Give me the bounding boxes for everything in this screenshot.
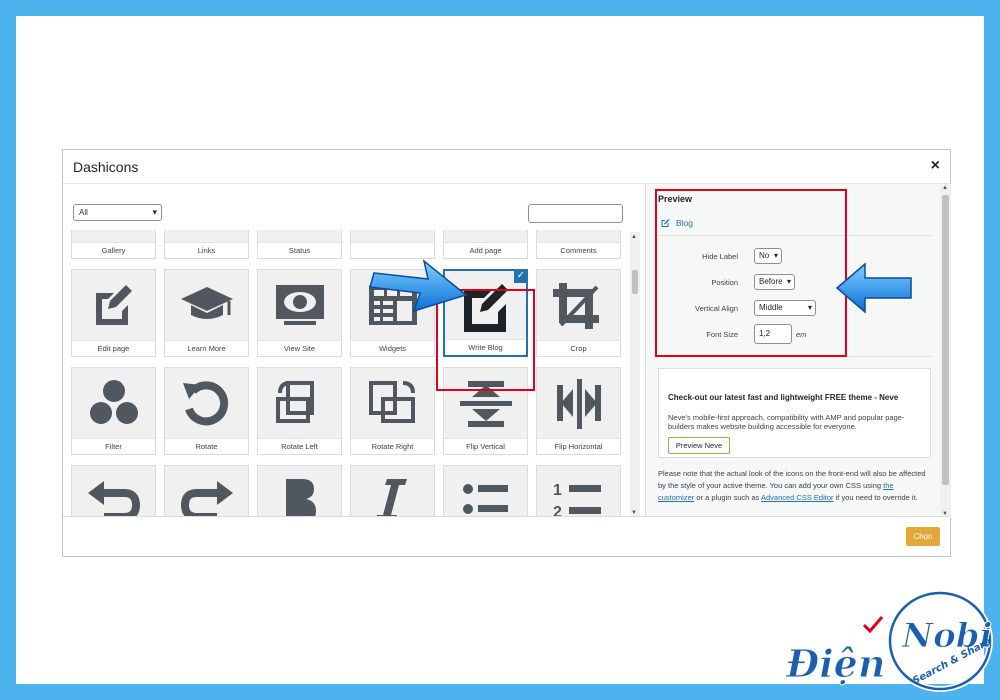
icon-tile[interactable]: Links bbox=[164, 230, 249, 259]
choose-button[interactable]: Chọn bbox=[906, 527, 940, 546]
edit-page-icon bbox=[72, 270, 155, 342]
image-crop-icon bbox=[537, 270, 620, 342]
icon-tile[interactable]: View Site bbox=[257, 269, 342, 357]
style-note: Please note that the actual look of the … bbox=[658, 468, 930, 504]
image-filter-icon bbox=[72, 368, 155, 440]
image-rotate-right-icon bbox=[351, 368, 434, 440]
icon-tile[interactable] bbox=[350, 465, 435, 518]
icon-tile[interactable]: Filter bbox=[71, 367, 156, 455]
icon-tile[interactable]: Rotate Right bbox=[350, 367, 435, 455]
arrow-left-icon bbox=[835, 262, 912, 314]
icon-tile-label: Rotate Left bbox=[258, 438, 341, 454]
icon-tile-label: Crop bbox=[537, 340, 620, 356]
welcome-learn-more-icon bbox=[165, 270, 248, 342]
editor-ol-icon: 12 bbox=[537, 466, 620, 518]
chevron-down-icon: ▾ bbox=[152, 207, 157, 217]
icon-tile-label: Flip Horizontal bbox=[537, 438, 620, 454]
checkmark-icon: ✓ bbox=[514, 269, 528, 283]
icon-tile[interactable] bbox=[164, 465, 249, 518]
redo-icon bbox=[165, 466, 248, 518]
logo-word-1: Điện bbox=[785, 641, 885, 686]
icon-tile-label: Rotate Right bbox=[351, 438, 434, 454]
image-flip-horizontal-icon bbox=[537, 368, 620, 440]
icon-grid: Gallery Links Status Add page Comments Edit p… bbox=[71, 230, 631, 518]
scrollbar-thumb[interactable] bbox=[632, 270, 638, 294]
icon-tile[interactable]: Learn More bbox=[164, 269, 249, 357]
icon-tile-label: Filter bbox=[72, 438, 155, 454]
modal-header: Dashicons × bbox=[63, 150, 950, 184]
note-text: if you need to override it. bbox=[833, 493, 918, 502]
image-rotate-left-icon bbox=[258, 368, 341, 440]
icon-tile-label: Flip Vertical bbox=[444, 438, 527, 454]
close-icon[interactable]: × bbox=[931, 158, 940, 174]
preview-highlight-box bbox=[655, 189, 847, 357]
icon-tile[interactable]: Crop bbox=[536, 269, 621, 357]
icon-tile[interactable]: Comments bbox=[536, 230, 621, 259]
welcome-view-site-icon bbox=[258, 270, 341, 342]
icon-tile-label: Rotate bbox=[165, 438, 248, 454]
icon-tile[interactable]: Rotate bbox=[164, 367, 249, 455]
neve-promo-box: Check-out our latest fast and lightweigh… bbox=[658, 368, 931, 458]
modal-title: Dashicons bbox=[73, 159, 139, 175]
icon-search-input[interactable] bbox=[528, 204, 623, 223]
icon-tile-label: Learn More bbox=[165, 340, 248, 356]
modal-footer: Chọn bbox=[63, 516, 950, 556]
editor-ul-icon bbox=[444, 466, 527, 518]
image-rotate-icon bbox=[165, 368, 248, 440]
icon-tile-label: Links bbox=[165, 242, 248, 258]
scrollbar-thumb[interactable] bbox=[942, 195, 949, 485]
icon-tile[interactable]: Status bbox=[257, 230, 342, 259]
icon-tile-label: Status bbox=[258, 242, 341, 258]
icon-tile[interactable] bbox=[257, 465, 342, 518]
icon-tile-label: Widgets bbox=[351, 340, 434, 356]
promo-title: Check-out our latest fast and lightweigh… bbox=[668, 393, 899, 402]
scroll-up-icon[interactable]: ▲ bbox=[631, 234, 637, 240]
checkmark-icon bbox=[862, 616, 884, 634]
icon-tile[interactable]: Rotate Left bbox=[257, 367, 342, 455]
icon-tile-label: Gallery bbox=[72, 242, 155, 258]
icon-tile[interactable] bbox=[71, 465, 156, 518]
icon-tile-label: View Site bbox=[258, 340, 341, 356]
undo-icon bbox=[72, 466, 155, 518]
icon-tile[interactable] bbox=[443, 465, 528, 518]
icon-tile-label: Comments bbox=[537, 242, 620, 258]
icon-grid-scrollbar[interactable]: ▲ ▼ bbox=[630, 232, 640, 518]
icon-library-pane: All ▾ Gallery Links Status Add page Comments… bbox=[63, 184, 645, 518]
icon-tile-label: Edit page bbox=[72, 340, 155, 356]
preview-scrollbar[interactable]: ▲ ▼ bbox=[940, 185, 951, 517]
category-filter-select[interactable]: All ▾ bbox=[73, 204, 162, 221]
dien-nobi-logo: Điện Nobi Search & Share bbox=[785, 590, 993, 692]
icon-tile[interactable]: Edit page bbox=[71, 269, 156, 357]
filter-value: All bbox=[79, 208, 88, 217]
advanced-css-editor-link[interactable]: Advanced CSS Editor bbox=[761, 493, 834, 502]
editor-italic-icon bbox=[351, 466, 434, 518]
icon-tile[interactable]: Gallery bbox=[71, 230, 156, 259]
preview-neve-button[interactable]: Preview Neve bbox=[668, 437, 730, 454]
scroll-up-icon[interactable]: ▲ bbox=[942, 185, 948, 191]
icon-tile[interactable]: 12 bbox=[536, 465, 621, 518]
editor-bold-icon bbox=[258, 466, 341, 518]
note-text: or a plugin such as bbox=[694, 493, 761, 502]
arrow-right-icon bbox=[370, 259, 468, 313]
svg-text:1: 1 bbox=[553, 482, 562, 499]
icon-tile[interactable]: Flip Horizontal bbox=[536, 367, 621, 455]
promo-text: Neve's mobile-first approach, compatibil… bbox=[668, 413, 905, 431]
